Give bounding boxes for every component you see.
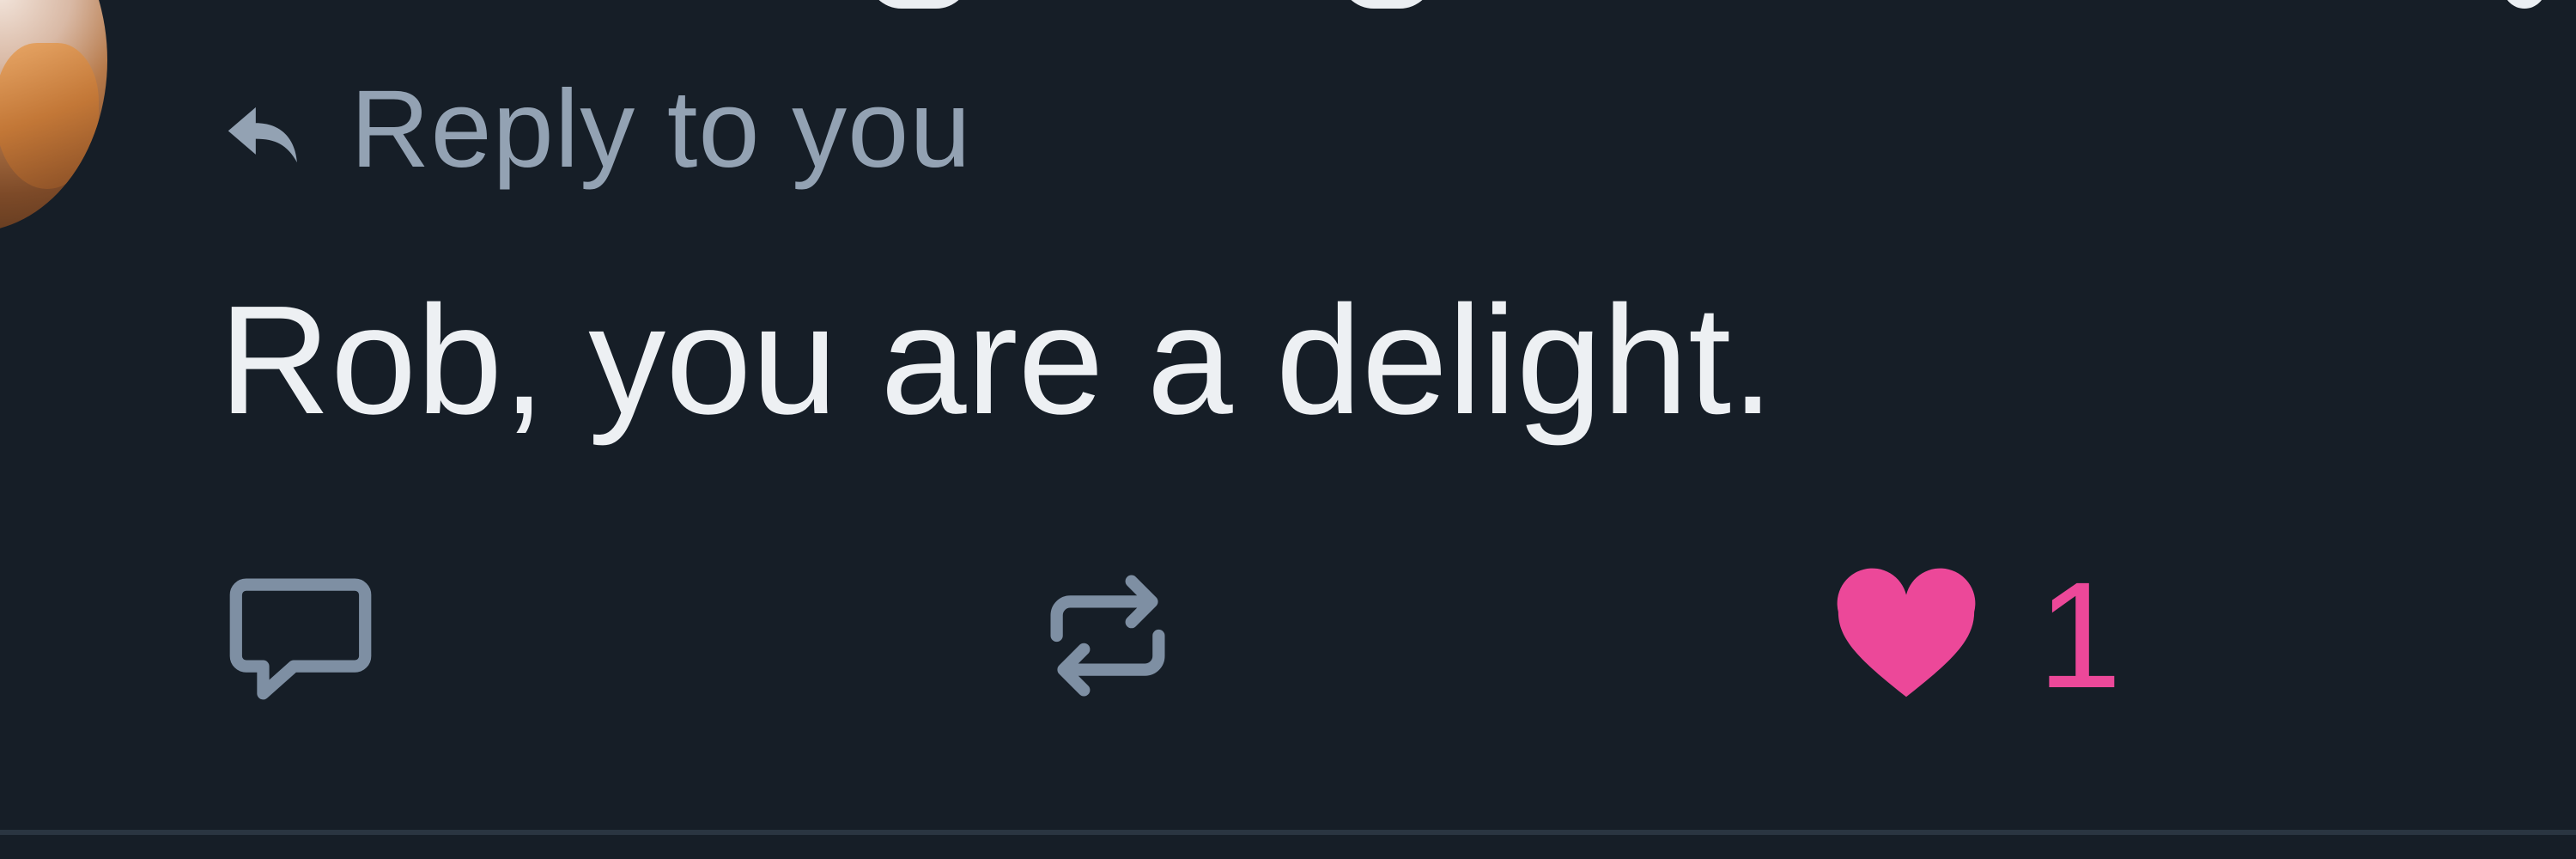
previous-line-descenders (0, 0, 2576, 17)
like-button[interactable]: 1 (1825, 550, 2122, 722)
reply-context[interactable]: Reply to you (216, 68, 972, 191)
reply-button[interactable] (219, 550, 382, 722)
like-count: 1 (2038, 551, 2122, 720)
divider (0, 830, 2576, 835)
repost-icon (1026, 554, 1189, 717)
post-text: Rob, you are a delight. (219, 274, 1775, 447)
speech-bubble-icon (219, 554, 382, 717)
post-actions: 1 (219, 550, 2537, 722)
repost-button[interactable] (1026, 550, 1189, 722)
post-card[interactable]: Reply to you Rob, you are a delight. 1 (0, 0, 2576, 859)
reply-arrow-icon (216, 82, 311, 176)
avatar[interactable] (0, 0, 107, 232)
heart-icon (1825, 554, 1988, 717)
reply-context-label: Reply to you (350, 67, 972, 191)
